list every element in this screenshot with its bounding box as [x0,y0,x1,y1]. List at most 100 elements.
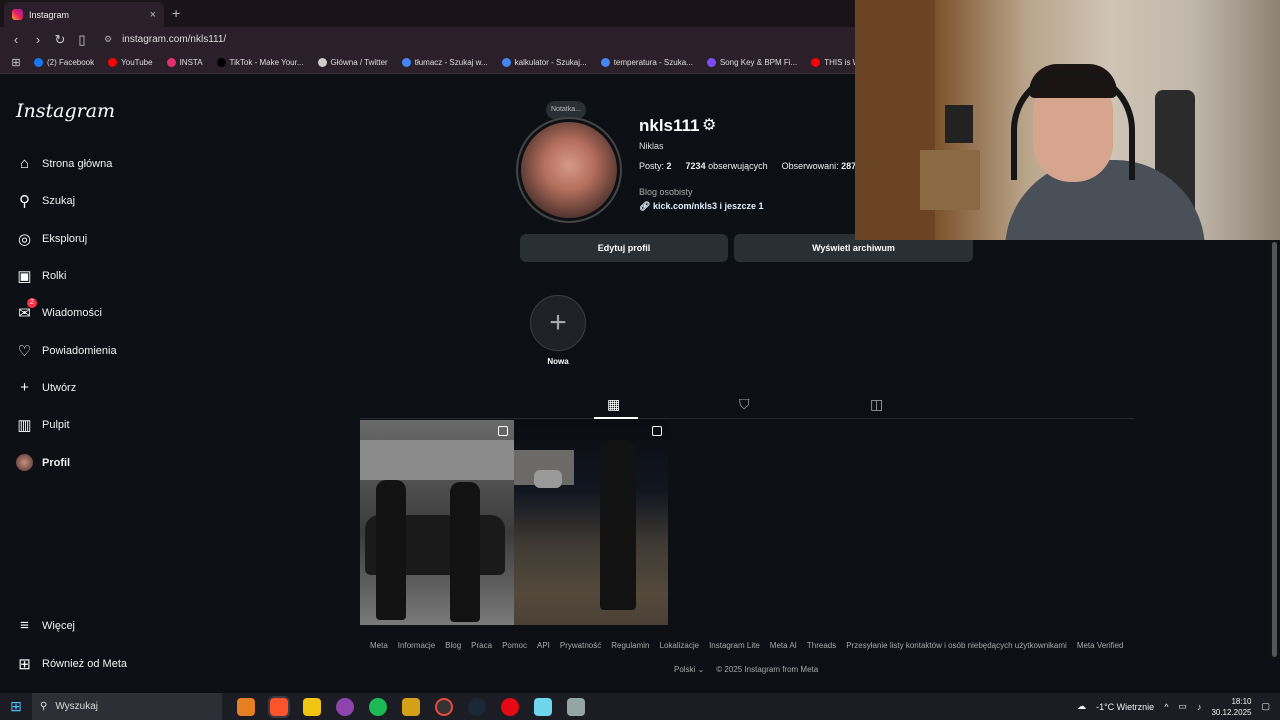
spotify-icon[interactable] [369,697,387,716]
sidebar-item-messenger[interactable]: ✉ 2 Wiadomości [16,298,102,322]
compass-icon: ◎ [17,230,32,248]
forward-icon[interactable]: › [32,32,44,47]
sidebar-item-meta-apps[interactable]: ⊞ Również od Meta [16,655,127,673]
windows-start-icon[interactable]: ⊞ [0,698,32,715]
menu-icon: ≡ [20,617,29,634]
taskbar-app-icon[interactable] [402,697,420,716]
sidebar-item-avatar[interactable]: Profil [16,454,70,471]
volume-icon[interactable]: ♪ [1197,702,1202,712]
profile-link[interactable]: 🔗︎ kick.com/nkls3 i jeszcze 1 [639,201,764,212]
footer-link[interactable]: API [537,641,550,650]
footer-link[interactable]: Threads [807,641,836,650]
reload-icon[interactable]: ↻ [54,32,66,48]
notifications-icon[interactable]: ▢ [1261,701,1270,712]
taskbar-app-icon[interactable] [336,697,354,716]
brave-browser-icon[interactable] [268,695,290,718]
tab-tagged-icon[interactable]: ◫ [870,396,883,413]
bookmark-item[interactable]: kalkulator - Szukaj... [501,58,587,67]
edit-profile-button[interactable]: Edytuj profil [520,234,728,262]
followers-count[interactable]: 7234 obserwujących [686,161,768,171]
sidebar-item-dashboard[interactable]: ▥ Pulpit [16,416,69,434]
car-shape [534,470,562,488]
profile-avatar[interactable] [516,117,622,223]
footer-link[interactable]: Prywatność [560,641,601,650]
taskbar-app-icon[interactable] [534,697,552,716]
bookmark-item[interactable]: tłumacz - Szukaj w... [401,58,488,67]
plus-icon: + [20,379,29,396]
settings-gear-icon[interactable]: ⚙ [702,115,716,135]
bookmark-item[interactable]: INSTA [166,58,203,67]
tab-posts-grid-icon[interactable]: ▦ [607,396,620,413]
post-thumbnail[interactable] [360,420,514,625]
new-highlight-button[interactable]: + [530,295,586,351]
browser-tab[interactable]: Instagram × [4,2,164,27]
bookmark-favicon-icon [108,58,118,67]
steam-icon[interactable] [468,697,486,716]
new-tab-button[interactable]: + [172,5,180,21]
posts-count: Posty: 2 [639,161,672,171]
taskbar-app-icon[interactable] [237,697,255,716]
bookmark-item[interactable]: Główna / Twitter [317,58,388,67]
chevron-down-icon: ⌄ [697,665,705,674]
bookmark-item[interactable]: TikTok - Make Your... [216,58,304,67]
footer-link[interactable]: Regulamin [611,641,649,650]
footer-link[interactable]: Informacje [398,641,435,650]
obs-icon[interactable] [435,697,453,716]
bookmark-icon[interactable]: ▯ [76,32,88,48]
site-info-icon[interactable]: ⚙ [104,34,112,45]
tab-title: Instagram [29,9,70,20]
file-explorer-icon[interactable] [303,697,321,716]
notepad-icon[interactable] [567,697,585,716]
headphones-shape [1011,70,1135,180]
desk-shape [920,150,980,210]
network-icon[interactable]: ▭ [1178,701,1187,712]
chevron-up-icon[interactable]: ^ [1164,702,1168,712]
following-count[interactable]: Obserwowani: 287 [782,161,857,171]
sidebar-item-compass[interactable]: ◎ Eksploruj [16,230,87,248]
post-thumbnail[interactable] [514,420,668,625]
sidebar-item-reels[interactable]: ▣ Rolki [16,267,66,285]
taskbar-app-icon[interactable] [501,697,519,716]
profile-stats: Posty: 2 7234 obserwujących Obserwowani:… [639,161,856,171]
language-selector[interactable]: Polski ⌄ [674,665,704,674]
home-icon: ⌂ [19,155,30,172]
footer-link[interactable]: Meta [370,641,388,650]
footer-link[interactable]: Praca [471,641,492,650]
sidebar-item-heart[interactable]: ♡ Powiadomienia [16,342,117,360]
sidebar-item-search[interactable]: ⚲ Szukaj [16,192,75,210]
footer-link[interactable]: Meta AI [770,641,797,650]
notification-badge: 2 [27,298,37,308]
footer-link[interactable]: Pomoc [502,641,527,650]
apps-grid-icon[interactable]: ⊞ [10,56,22,69]
bookmark-item[interactable]: (2) Facebook [34,58,94,67]
person-figure [450,482,480,622]
footer-bottom: Polski ⌄ © 2025 Instagram from Meta [674,665,818,674]
footer-link[interactable]: Blog [445,641,461,650]
bookmark-item[interactable]: Song Key & BPM Fi... [706,58,797,67]
sidebar-item-menu[interactable]: ≡ Więcej [16,617,75,634]
footer-link[interactable]: Instagram Lite [709,641,760,650]
bookmark-item[interactable]: temperatura - Szuka... [600,58,693,67]
instagram-logo[interactable]: Instagram [16,100,115,122]
back-icon[interactable]: ‹ [10,32,22,47]
sidebar-item-home[interactable]: ⌂ Strona główna [16,155,112,172]
bookmark-item[interactable]: YouTube [108,58,153,67]
bookmark-favicon-icon [811,58,821,67]
tab-close-icon[interactable]: × [150,9,156,21]
footer-link[interactable]: Lokalizacje [660,641,700,650]
reels-icon: ▣ [17,267,32,285]
person-figure [600,440,636,610]
sidebar-item-plus[interactable]: + Utwórz [16,379,76,396]
taskbar-search[interactable]: ⚲ Wyszukaj [32,693,222,720]
clock[interactable]: 18:10 30.12.2025 [1211,696,1251,718]
footer-link[interactable]: Meta Verified [1077,641,1124,650]
url-input[interactable]: instagram.com/nkls111/ [122,34,226,45]
copyright: © 2025 Instagram from Meta [716,665,819,674]
bookmark-item[interactable]: THIS is W [811,58,860,67]
scrollbar-thumb[interactable] [1272,242,1277,657]
weather-text[interactable]: -1°C Wietrznie [1096,702,1154,712]
tabs-divider [360,418,1134,419]
tab-saved-bookmark-icon[interactable]: ⛉ [739,396,750,413]
footer-link[interactable]: Przesyłanie listy kontaktów i osób niebę… [846,641,1067,650]
active-tab-indicator [594,417,638,419]
